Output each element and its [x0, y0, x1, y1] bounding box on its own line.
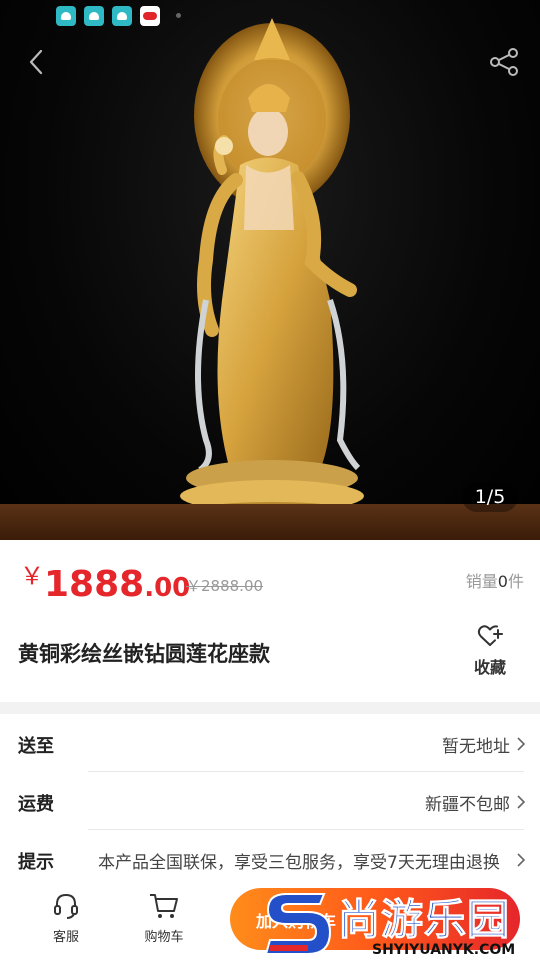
cart-label: 购物车 — [144, 930, 184, 945]
image-pager: 1/5 — [462, 482, 518, 512]
delivery-address-row[interactable]: 送至 暂无地址 — [0, 714, 540, 772]
share-button[interactable] — [484, 42, 524, 82]
product-image-gallery[interactable]: 1/5 — [0, 0, 540, 540]
s-logo-icon — [264, 893, 332, 955]
chevron-right-icon — [517, 853, 526, 867]
watermark-url: SHYIYUANYK.COM — [372, 942, 516, 958]
row-value: 暂无地址 — [442, 737, 510, 757]
watermark-title: 尚游乐园 — [337, 895, 511, 945]
statue-image — [180, 18, 364, 522]
original-price: ￥2888.00 — [186, 577, 264, 595]
row-value: 新疆不包邮 — [425, 795, 510, 815]
service-label: 客服 — [52, 930, 79, 945]
row-label: 运费 — [18, 794, 54, 815]
price-integer: 1888 — [44, 564, 145, 605]
notification-dot — [176, 13, 181, 18]
status-bar — [0, 0, 540, 34]
sales-unit: 件 — [507, 572, 524, 591]
customer-service-button[interactable]: 客服 — [36, 892, 96, 945]
price-card: ￥1888.00 ￥2888.00 销量0件 黄铜彩绘丝嵌钻圆莲花座款 收藏 — [0, 540, 540, 702]
currency-symbol: ￥ — [20, 562, 44, 590]
weibo-icon — [140, 6, 160, 26]
app-icon — [112, 6, 132, 26]
app-icon — [56, 6, 76, 26]
current-price: ￥1888.00 — [20, 556, 190, 605]
heart-plus-icon — [477, 625, 503, 646]
back-button[interactable] — [20, 44, 52, 80]
chevron-right-icon — [517, 795, 526, 809]
share-icon — [490, 48, 518, 76]
price-decimal: .00 — [144, 573, 191, 603]
favorite-button[interactable]: 收藏 — [462, 624, 518, 680]
shipping-fee-row[interactable]: 运费 新疆不包邮 — [0, 772, 540, 830]
row-label: 提示 — [18, 852, 54, 873]
floor — [0, 504, 540, 540]
chevron-right-icon — [517, 737, 526, 751]
sales-label: 销量 — [465, 572, 498, 591]
sales-count: 销量0件 — [466, 568, 524, 592]
app-icon — [84, 6, 104, 26]
favorite-label: 收藏 — [473, 658, 506, 677]
row-label: 送至 — [18, 736, 54, 757]
chevron-left-icon — [29, 49, 43, 75]
watermark-logo: 尚游乐园 SHYIYUANYK.COM — [262, 886, 540, 960]
row-value: 本产品全国联保，享受三包服务，享受7天无理由退换 — [98, 853, 500, 873]
cart-icon — [150, 894, 178, 918]
cart-button[interactable]: 购物车 — [134, 892, 194, 945]
sales-number: 0 — [497, 572, 508, 591]
headset-icon — [54, 893, 78, 919]
product-title: 黄铜彩绘丝嵌钻圆莲花座款 — [18, 642, 270, 666]
